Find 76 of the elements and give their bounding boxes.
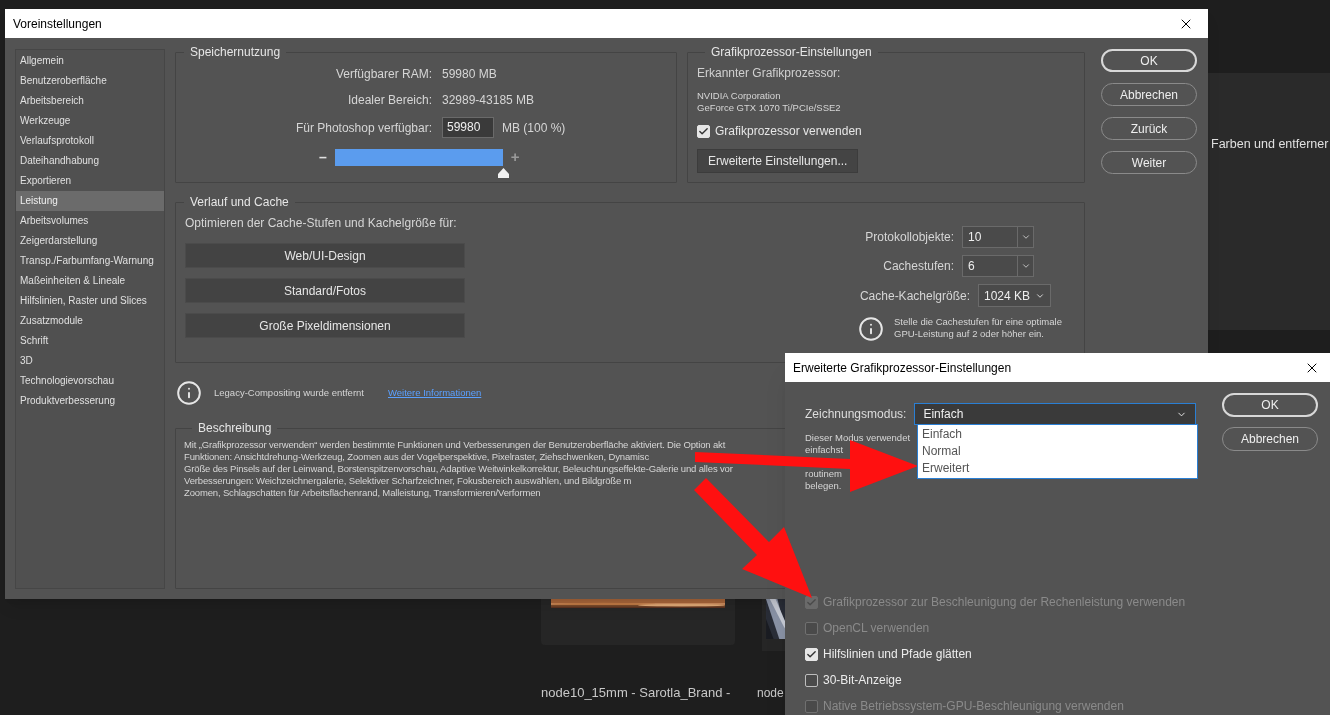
field-value: 32989-43185 MB (442, 92, 536, 109)
description-line: routinem (805, 468, 842, 480)
checkbox-label: 30-Bit-Anzeige (823, 672, 902, 689)
sidebar-item[interactable]: Exportieren (16, 171, 164, 191)
field-unit: MB (100 %) (502, 119, 566, 137)
sidebar-item[interactable]: Leistung (16, 191, 164, 211)
info-icon (176, 380, 202, 406)
ram-input[interactable]: 59980 (442, 117, 494, 138)
sidebar-item[interactable]: Zusatzmodule (16, 311, 164, 331)
field-label: Erkannter Grafikprozessor: (697, 65, 842, 82)
description-line: Mit „Grafikprozessor verwenden“ werden bestimmte Funktionen und Verbesserungen der Benutzeroberfläche aktiviert. Die Option akt (184, 439, 726, 451)
description-line: Größe des Pinsels auf der Leinwand, Borstenspitzenvorschau, Adaptive Weitwinkelkorrektur, Beleuchtungseffekte-Galerie und alles vor (184, 463, 733, 475)
sidebar-item[interactable]: Technologievorschau (16, 371, 164, 391)
advanced-settings-button[interactable]: Erweiterte Einstellungen... (697, 149, 859, 173)
checkbox-label: Hilfslinien und Pfade glätten (823, 646, 972, 663)
description-line: belegen. (805, 480, 842, 492)
field-value: 59980 MB (442, 66, 498, 83)
field-label: Für Photoshop verfügbar: (294, 119, 432, 137)
menu-option[interactable]: Einfach (918, 426, 1197, 443)
preset-button[interactable]: Große Pixeldimensionen (185, 313, 465, 338)
description-line: Verbesserungen: Weichzeichnergalerie, Selektiver Scharfzeichner, Fokusbereich auswählen, und Bildgröße m (184, 475, 632, 487)
mode-dropdown[interactable]: Einfach (914, 403, 1197, 425)
file-name: node10_15mm - Sarotla_Brand - (541, 684, 731, 702)
dropdown[interactable]: 6 (962, 255, 1034, 277)
sidebar-item[interactable]: Arbeitsbereich (16, 91, 164, 111)
field-label: Protokollobjekte: (865, 229, 954, 246)
checkbox-label: Grafikprozessor verwenden (715, 123, 862, 140)
sidebar-item[interactable]: Verlaufsprotokoll (16, 131, 164, 151)
dialog-button[interactable]: OK (1222, 393, 1318, 417)
group-title: Beschreibung (197, 420, 273, 437)
dialog-button[interactable]: OK (1101, 49, 1197, 72)
sidebar-item[interactable]: Zeigerdarstellung (16, 231, 164, 251)
field-label: Cache-Kachelgröße: (859, 287, 970, 305)
sidebar-item[interactable]: Arbeitsvolumes (16, 211, 164, 231)
window-title: Erweiterte Grafikprozessor-Einstellungen (793, 359, 1012, 377)
description-line: Dieser Modus verwendet (805, 432, 911, 444)
description-line: Zoomen, Schlagschatten für Arbeitsflächenrand, Malleistung, Transformieren/Verformen (184, 487, 541, 499)
dropdown[interactable]: 10 (962, 226, 1034, 248)
sidebar-item[interactable]: Benutzeroberfläche (16, 71, 164, 91)
group-title: Grafikprozessor-Einstellungen (710, 44, 873, 61)
description-line: einfachst (805, 444, 844, 456)
sidebar-item[interactable]: Schrift (16, 331, 164, 351)
chevron-icon (1020, 261, 1031, 271)
sidebar-item[interactable]: Allgemein (16, 51, 164, 71)
sidebar-item[interactable]: Transp./Farbumfang-Warnung (16, 251, 164, 271)
file-name: node (757, 685, 784, 702)
sidebar-item[interactable]: Werkzeuge (16, 111, 164, 131)
field-label: Verfügbarer RAM: (334, 66, 432, 83)
field-label: Cachestufen: (883, 258, 954, 275)
section-label: Optimieren der Cache-Stufen und Kachelgröße für: (185, 215, 458, 232)
group-title: Speichernutzung (189, 44, 282, 61)
panel-text: Farben und entferner (1211, 137, 1329, 151)
sidebar-item[interactable]: Dateihandhabung (16, 151, 164, 171)
slider-thumb[interactable] (497, 167, 509, 178)
checkbox[interactable] (805, 673, 818, 687)
info-icon (858, 316, 884, 342)
window-title: Voreinstellungen (13, 15, 102, 33)
sidebar-item[interactable]: Maßeinheiten & Lineale (16, 271, 164, 291)
notice-text: Legacy-Compositing wurde entfernt (214, 385, 365, 400)
menu-option[interactable]: Erweitert (918, 460, 1197, 477)
preset-button[interactable]: Web/UI-Design (185, 243, 465, 268)
menu-option[interactable]: Normal (918, 443, 1197, 460)
sidebar-item[interactable]: Hilfslinien, Raster und Slices (16, 291, 164, 311)
gpu-vendor: NVIDIA Corporation (697, 90, 782, 102)
gpu-model: GeForce GTX 1070 Ti/PCIe/SSE2 (697, 102, 842, 114)
dropdown[interactable]: 1024 KB (978, 284, 1051, 307)
description-line: Funktionen: Ansichtdrehung-Werkzeug, Zoomen aus der Vogelperspektive, Pixelraster, Ziehschwenken, Dynamisc (184, 451, 649, 463)
preset-button[interactable]: Standard/Fotos (185, 278, 465, 303)
hint-text: Stelle die Cachestufen für eine optimale GPU-Leistung auf 2 oder höher ein. (894, 316, 1063, 340)
field-label: Idealer Bereich: (346, 92, 432, 109)
sidebar-item[interactable]: Produktverbesserung (16, 391, 164, 411)
sidebar-item[interactable]: 3D (16, 351, 164, 371)
field-label: Zeichnungsmodus: (805, 406, 907, 423)
chevron-icon (1020, 232, 1031, 242)
group-title: Verlauf und Cache (189, 194, 290, 211)
decrease-button[interactable]: – (319, 146, 327, 168)
